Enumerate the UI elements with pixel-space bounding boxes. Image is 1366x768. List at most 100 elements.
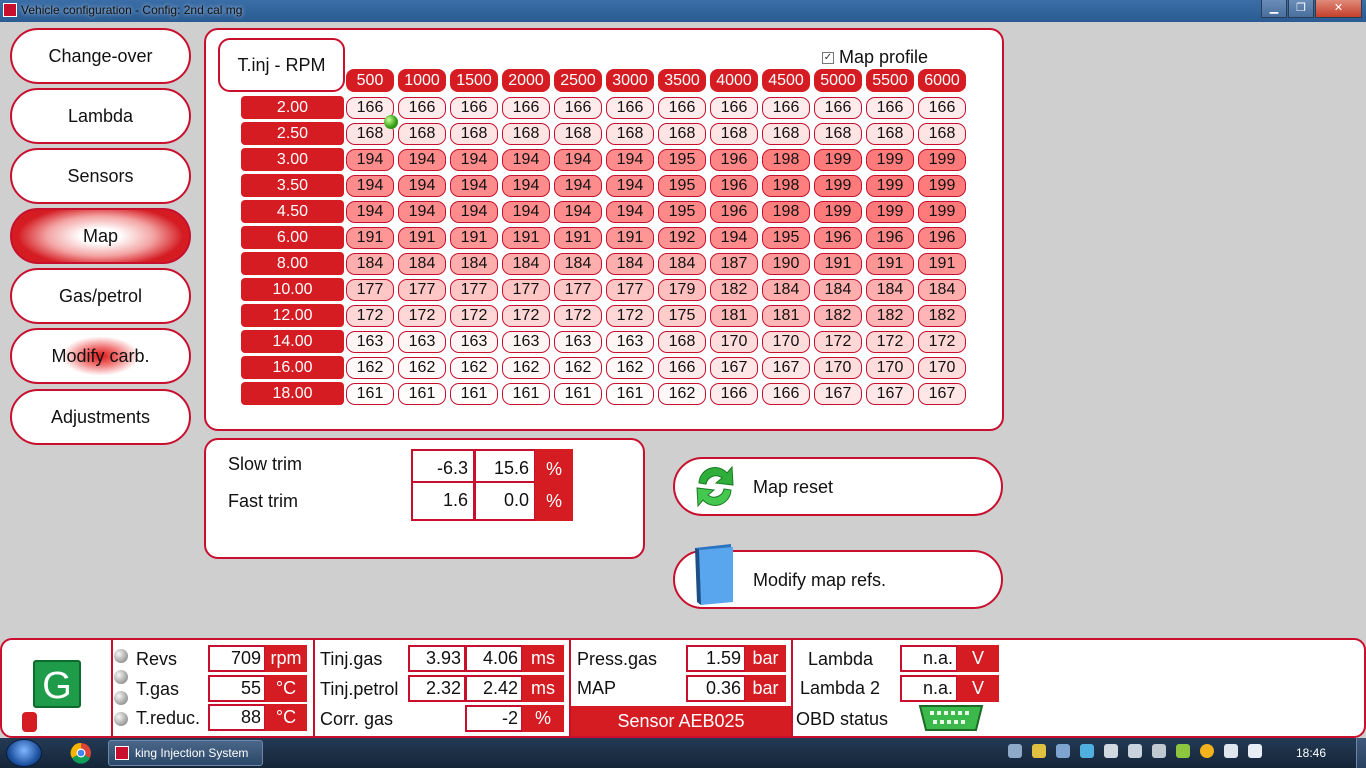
- map-cell[interactable]: 161: [398, 383, 446, 405]
- map-cell[interactable]: 172: [814, 331, 862, 353]
- map-cell[interactable]: 192: [658, 227, 706, 249]
- nav-adjustments-button[interactable]: Adjustments: [10, 389, 191, 445]
- map-cell[interactable]: 167: [918, 383, 966, 405]
- map-cell[interactable]: 177: [606, 279, 654, 301]
- tray-icon[interactable]: [1104, 744, 1118, 758]
- map-cell[interactable]: 166: [866, 97, 914, 119]
- map-cell[interactable]: 162: [502, 357, 550, 379]
- battery-icon[interactable]: [1128, 744, 1142, 758]
- map-cell[interactable]: 182: [918, 305, 966, 327]
- map-cell[interactable]: 177: [398, 279, 446, 301]
- map-cell[interactable]: 168: [918, 123, 966, 145]
- map-cell[interactable]: 172: [918, 331, 966, 353]
- map-cell[interactable]: 168: [658, 123, 706, 145]
- map-cell[interactable]: 166: [814, 97, 862, 119]
- map-cell[interactable]: 194: [502, 201, 550, 223]
- map-cell[interactable]: 166: [658, 97, 706, 119]
- map-cell[interactable]: 168: [554, 123, 602, 145]
- tray-icon[interactable]: [1008, 744, 1022, 758]
- map-cell[interactable]: 161: [554, 383, 602, 405]
- map-cell[interactable]: 162: [606, 357, 654, 379]
- map-reset-button[interactable]: Map reset: [673, 457, 1003, 516]
- map-cell[interactable]: 168: [398, 123, 446, 145]
- network-icon[interactable]: [1224, 744, 1238, 758]
- map-cell[interactable]: 199: [814, 175, 862, 197]
- show-desktop-button[interactable]: [1356, 738, 1366, 768]
- map-cell[interactable]: 163: [346, 331, 394, 353]
- map-cell[interactable]: 166: [450, 97, 498, 119]
- map-cell[interactable]: 161: [346, 383, 394, 405]
- map-cell[interactable]: 194: [502, 175, 550, 197]
- map-cell[interactable]: 196: [918, 227, 966, 249]
- fuel-mode-logo[interactable]: G: [33, 660, 81, 708]
- map-cell[interactable]: 168: [710, 123, 758, 145]
- map-cell[interactable]: 196: [710, 201, 758, 223]
- map-cell[interactable]: 184: [762, 279, 810, 301]
- map-cell[interactable]: 199: [814, 201, 862, 223]
- map-cell[interactable]: 199: [918, 175, 966, 197]
- map-cell[interactable]: 184: [918, 279, 966, 301]
- taskbar-app-king-injection[interactable]: king Injection System: [108, 740, 263, 766]
- modify-map-refs-button[interactable]: Modify map refs.: [673, 544, 1003, 609]
- tray-icon[interactable]: [1056, 744, 1070, 758]
- map-cell[interactable]: 166: [606, 97, 654, 119]
- map-cell[interactable]: 191: [398, 227, 446, 249]
- map-cell[interactable]: 199: [814, 149, 862, 171]
- map-cell[interactable]: 168: [606, 123, 654, 145]
- start-button[interactable]: [6, 739, 42, 767]
- map-cell[interactable]: 172: [502, 305, 550, 327]
- flag-icon[interactable]: [1248, 744, 1262, 758]
- map-cell[interactable]: 179: [658, 279, 706, 301]
- maximize-button[interactable]: ❐: [1288, 0, 1314, 18]
- map-cell[interactable]: 167: [710, 357, 758, 379]
- map-cell[interactable]: 184: [450, 253, 498, 275]
- map-cell[interactable]: 194: [346, 201, 394, 223]
- map-cell[interactable]: 166: [762, 97, 810, 119]
- map-cell[interactable]: 195: [762, 227, 810, 249]
- map-cell[interactable]: 172: [346, 305, 394, 327]
- minimize-button[interactable]: ▁: [1261, 0, 1287, 18]
- map-cell[interactable]: 199: [866, 175, 914, 197]
- map-cell[interactable]: 170: [866, 357, 914, 379]
- nav-change-over-button[interactable]: Change-over: [10, 28, 191, 84]
- map-profile-toggle[interactable]: ✓ Map profile: [822, 47, 928, 68]
- map-cell[interactable]: 166: [762, 383, 810, 405]
- map-cell[interactable]: 168: [502, 123, 550, 145]
- map-cell[interactable]: 184: [502, 253, 550, 275]
- tray-icon[interactable]: [1080, 744, 1094, 758]
- map-cell[interactable]: 167: [762, 357, 810, 379]
- map-cell[interactable]: 194: [450, 201, 498, 223]
- map-cell[interactable]: 182: [710, 279, 758, 301]
- map-cell[interactable]: 162: [346, 357, 394, 379]
- map-cell[interactable]: 161: [450, 383, 498, 405]
- map-cell[interactable]: 191: [918, 253, 966, 275]
- map-cell[interactable]: 170: [918, 357, 966, 379]
- map-cell[interactable]: 194: [450, 175, 498, 197]
- map-cell[interactable]: 191: [814, 253, 862, 275]
- map-cell[interactable]: 168: [762, 123, 810, 145]
- map-cell[interactable]: 163: [450, 331, 498, 353]
- map-cell[interactable]: 195: [658, 149, 706, 171]
- obd-connector-icon[interactable]: [918, 704, 984, 732]
- nav-sensors-button[interactable]: Sensors: [10, 148, 191, 204]
- map-cell[interactable]: 170: [814, 357, 862, 379]
- map-cell[interactable]: 187: [710, 253, 758, 275]
- map-cell[interactable]: 166: [710, 97, 758, 119]
- map-cell[interactable]: 199: [866, 149, 914, 171]
- map-cell[interactable]: 168: [658, 331, 706, 353]
- map-cell[interactable]: 191: [450, 227, 498, 249]
- map-cell[interactable]: 196: [710, 175, 758, 197]
- map-cell[interactable]: 170: [762, 331, 810, 353]
- map-cell[interactable]: 172: [554, 305, 602, 327]
- tray-icon[interactable]: [1032, 744, 1046, 758]
- map-cell[interactable]: 172: [866, 331, 914, 353]
- map-cell[interactable]: 175: [658, 305, 706, 327]
- map-cell[interactable]: 194: [554, 149, 602, 171]
- map-cell[interactable]: 182: [866, 305, 914, 327]
- map-cell[interactable]: 191: [606, 227, 654, 249]
- map-cell[interactable]: 170: [710, 331, 758, 353]
- volume-icon[interactable]: [1152, 744, 1166, 758]
- map-cell[interactable]: 194: [398, 149, 446, 171]
- map-cell[interactable]: 199: [918, 149, 966, 171]
- map-cell[interactable]: 191: [346, 227, 394, 249]
